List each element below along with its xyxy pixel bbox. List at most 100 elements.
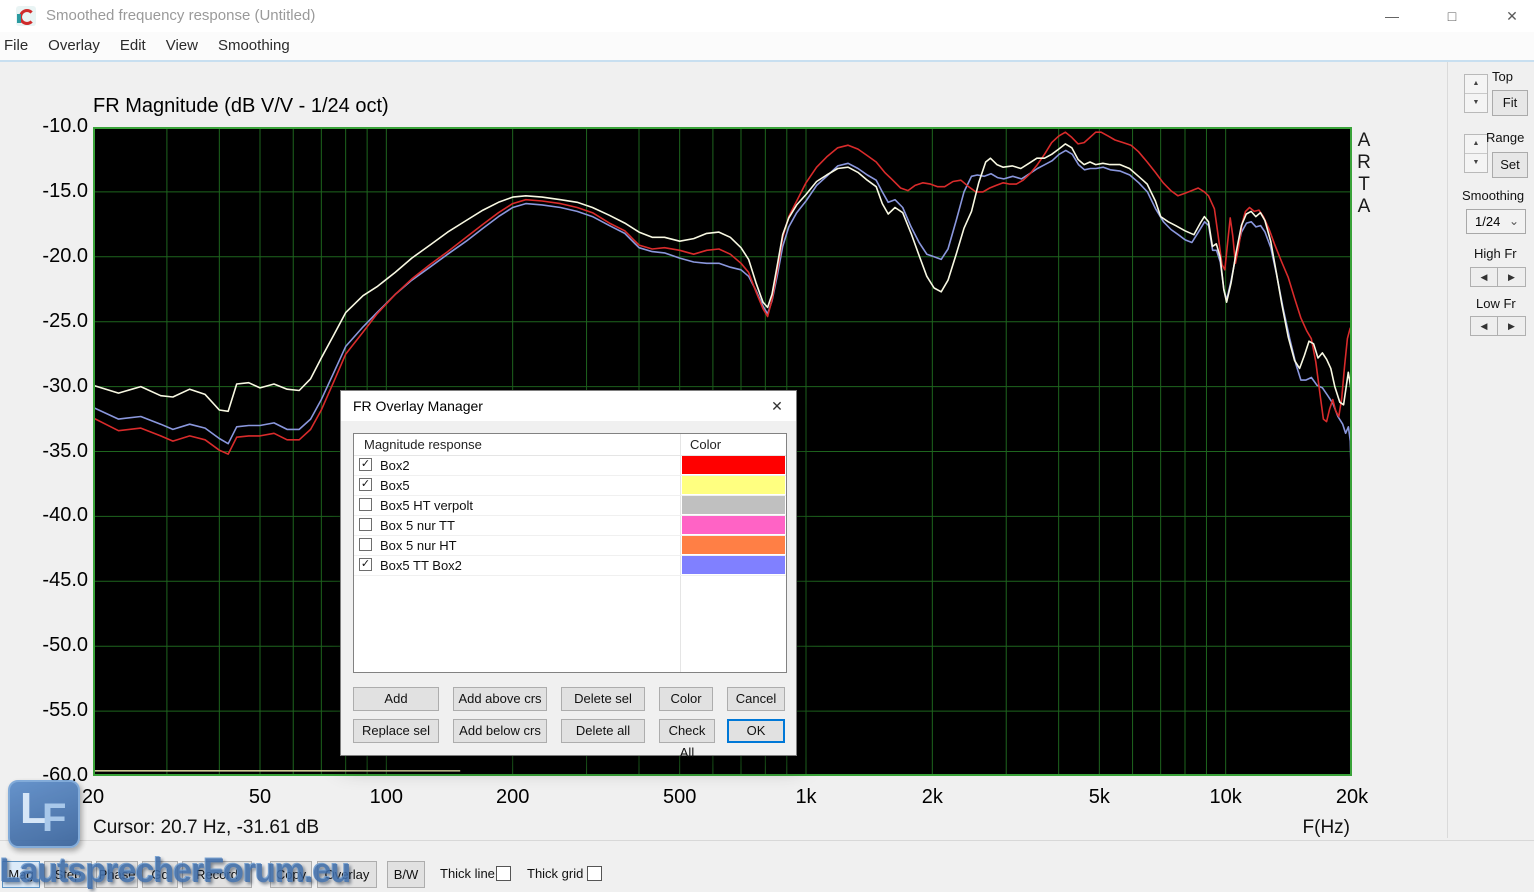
x-tick-label: 20k bbox=[1317, 786, 1387, 809]
low-fr-arrows: ◀ ▶ bbox=[1470, 316, 1526, 336]
range-up-icon[interactable]: ▲ bbox=[1465, 135, 1487, 153]
thick-line-label: Thick line bbox=[440, 866, 495, 881]
menu-item-file[interactable]: File bbox=[0, 32, 38, 60]
overlay-list[interactable]: Magnitude response Color ✓ Box2 ✓Box5 Box5 … bbox=[353, 433, 787, 673]
y-tick-label: -15.0 bbox=[20, 180, 88, 203]
y-tick-label: -55.0 bbox=[20, 699, 88, 722]
top-up-icon[interactable]: ▲ bbox=[1465, 75, 1487, 93]
fit-button[interactable]: Fit bbox=[1492, 90, 1528, 116]
minimize-button[interactable]: — bbox=[1377, 4, 1407, 28]
set-button[interactable]: Set bbox=[1492, 152, 1528, 178]
overlay-row-label: Box5 HT verpolt bbox=[380, 498, 473, 513]
watermark-logo: L F bbox=[8, 780, 80, 848]
checkbox-checked-icon[interactable]: ✓ bbox=[359, 558, 372, 571]
color-swatch[interactable] bbox=[682, 516, 785, 534]
add-above-crs-button[interactable]: Add above crs bbox=[453, 687, 547, 711]
list-header: Magnitude response Color bbox=[354, 434, 786, 456]
cursor-readout: Cursor: 20.7 Hz, -31.61 dB bbox=[93, 817, 319, 839]
high-fr-label: High Fr bbox=[1474, 246, 1517, 261]
checkbox-unchecked-icon[interactable] bbox=[359, 518, 372, 531]
maximize-button[interactable]: □ bbox=[1437, 4, 1467, 28]
overlay-row[interactable]: ✓ Box5 TT Box2 bbox=[354, 555, 786, 576]
top-label: Top bbox=[1492, 69, 1513, 84]
color-swatch[interactable] bbox=[682, 496, 785, 514]
high-fr-arrows: ◀ ▶ bbox=[1470, 267, 1526, 287]
overlay-row[interactable]: ✓Box5 bbox=[354, 475, 786, 496]
color-button[interactable]: Color bbox=[659, 687, 713, 711]
x-tick-label: 50 bbox=[225, 786, 295, 809]
checkbox-unchecked-icon[interactable] bbox=[359, 498, 372, 511]
menu-item-view[interactable]: View bbox=[156, 32, 208, 60]
low-fr-left-icon[interactable]: ◀ bbox=[1470, 316, 1498, 336]
x-tick-label: 100 bbox=[351, 786, 421, 809]
high-fr-left-icon[interactable]: ◀ bbox=[1470, 267, 1498, 287]
overlay-row[interactable]: Box5 HT verpolt bbox=[354, 495, 786, 516]
overlay-row[interactable]: Box 5 nur TT bbox=[354, 515, 786, 536]
add-below-crs-button[interactable]: Add below crs bbox=[453, 719, 547, 743]
check-all-button[interactable]: Check All bbox=[659, 719, 715, 743]
panel-divider bbox=[1447, 62, 1448, 838]
menu-bar: FileOverlayEditViewSmoothing bbox=[0, 32, 1534, 60]
top-spinner[interactable]: ▲ ▼ bbox=[1464, 74, 1488, 113]
overlay-row-label: Box 5 nur TT bbox=[380, 518, 455, 533]
x-tick-label: 10k bbox=[1191, 786, 1261, 809]
panel-top-edge bbox=[0, 60, 1534, 62]
menu-item-overlay[interactable]: Overlay bbox=[38, 32, 110, 60]
close-button[interactable]: ✕ bbox=[1497, 4, 1527, 28]
menu-item-smoothing[interactable]: Smoothing bbox=[208, 32, 300, 60]
overlay-row-label: Box5 TT Box2 bbox=[380, 558, 462, 573]
color-swatch[interactable] bbox=[682, 456, 785, 474]
top-down-icon[interactable]: ▼ bbox=[1465, 93, 1487, 112]
x-tick-label: 1k bbox=[771, 786, 841, 809]
ok-button[interactable]: OK bbox=[727, 719, 785, 743]
thick-line-checkbox[interactable] bbox=[496, 866, 511, 881]
x-tick-label: 200 bbox=[478, 786, 548, 809]
y-tick-label: -50.0 bbox=[20, 634, 88, 657]
color-swatch[interactable] bbox=[682, 536, 785, 554]
overlay-row[interactable]: ✓ Box2 bbox=[354, 455, 786, 476]
y-tick-label: -20.0 bbox=[20, 245, 88, 268]
y-tick-label: -10.0 bbox=[20, 115, 88, 138]
replace-sel-button[interactable]: Replace sel bbox=[353, 719, 439, 743]
smoothing-dropdown[interactable]: 1/24 ⌄ bbox=[1466, 209, 1526, 234]
low-fr-right-icon[interactable]: ▶ bbox=[1498, 316, 1526, 336]
chevron-down-icon: ⌄ bbox=[1509, 210, 1519, 233]
delete-sel-button[interactable]: Delete sel bbox=[561, 687, 645, 711]
range-down-icon[interactable]: ▼ bbox=[1465, 153, 1487, 172]
y-tick-label: -35.0 bbox=[20, 440, 88, 463]
range-label: Range bbox=[1486, 130, 1524, 145]
smoothing-value: 1/24 bbox=[1475, 214, 1500, 229]
dialog-close-icon[interactable]: ✕ bbox=[766, 396, 788, 416]
y-tick-label: -30.0 bbox=[20, 375, 88, 398]
x-tick-label: 500 bbox=[645, 786, 715, 809]
checkbox-checked-icon[interactable]: ✓ bbox=[359, 458, 372, 471]
app-icon bbox=[16, 6, 36, 26]
color-swatch[interactable] bbox=[682, 476, 785, 494]
cancel-button[interactable]: Cancel bbox=[727, 687, 785, 711]
thick-grid-checkbox[interactable] bbox=[587, 866, 602, 881]
title-bar: Smoothed frequency response (Untitled) —… bbox=[0, 0, 1534, 32]
checkbox-unchecked-icon[interactable] bbox=[359, 538, 372, 551]
column-header-name: Magnitude response bbox=[364, 437, 482, 452]
high-fr-right-icon[interactable]: ▶ bbox=[1498, 267, 1526, 287]
add-button[interactable]: Add bbox=[353, 687, 439, 711]
overlay-row-label: Box2 bbox=[380, 458, 410, 473]
y-tick-label: -25.0 bbox=[20, 310, 88, 333]
column-header-color: Color bbox=[690, 437, 721, 452]
arta-side-label: ARTA bbox=[1355, 130, 1373, 218]
checkbox-checked-icon[interactable]: ✓ bbox=[359, 478, 372, 491]
color-swatch[interactable] bbox=[682, 556, 785, 574]
smoothing-label: Smoothing bbox=[1462, 188, 1524, 203]
window-title: Smoothed frequency response (Untitled) bbox=[46, 7, 315, 24]
low-fr-label: Low Fr bbox=[1476, 296, 1516, 311]
delete-all-button[interactable]: Delete all bbox=[561, 719, 645, 743]
x-axis-label: F(Hz) bbox=[1270, 817, 1350, 839]
overlay-row[interactable]: Box 5 nur HT bbox=[354, 535, 786, 556]
range-spinner[interactable]: ▲ ▼ bbox=[1464, 134, 1488, 173]
x-tick-label: 2k bbox=[897, 786, 967, 809]
dialog-title-bar[interactable]: FR Overlay Manager ✕ bbox=[341, 391, 796, 421]
overlay-row-label: Box 5 nur HT bbox=[380, 538, 457, 553]
menu-item-edit[interactable]: Edit bbox=[110, 32, 156, 60]
b-w-button[interactable]: B/W bbox=[387, 861, 425, 888]
watermark-logo-letter-f: F bbox=[42, 796, 66, 841]
